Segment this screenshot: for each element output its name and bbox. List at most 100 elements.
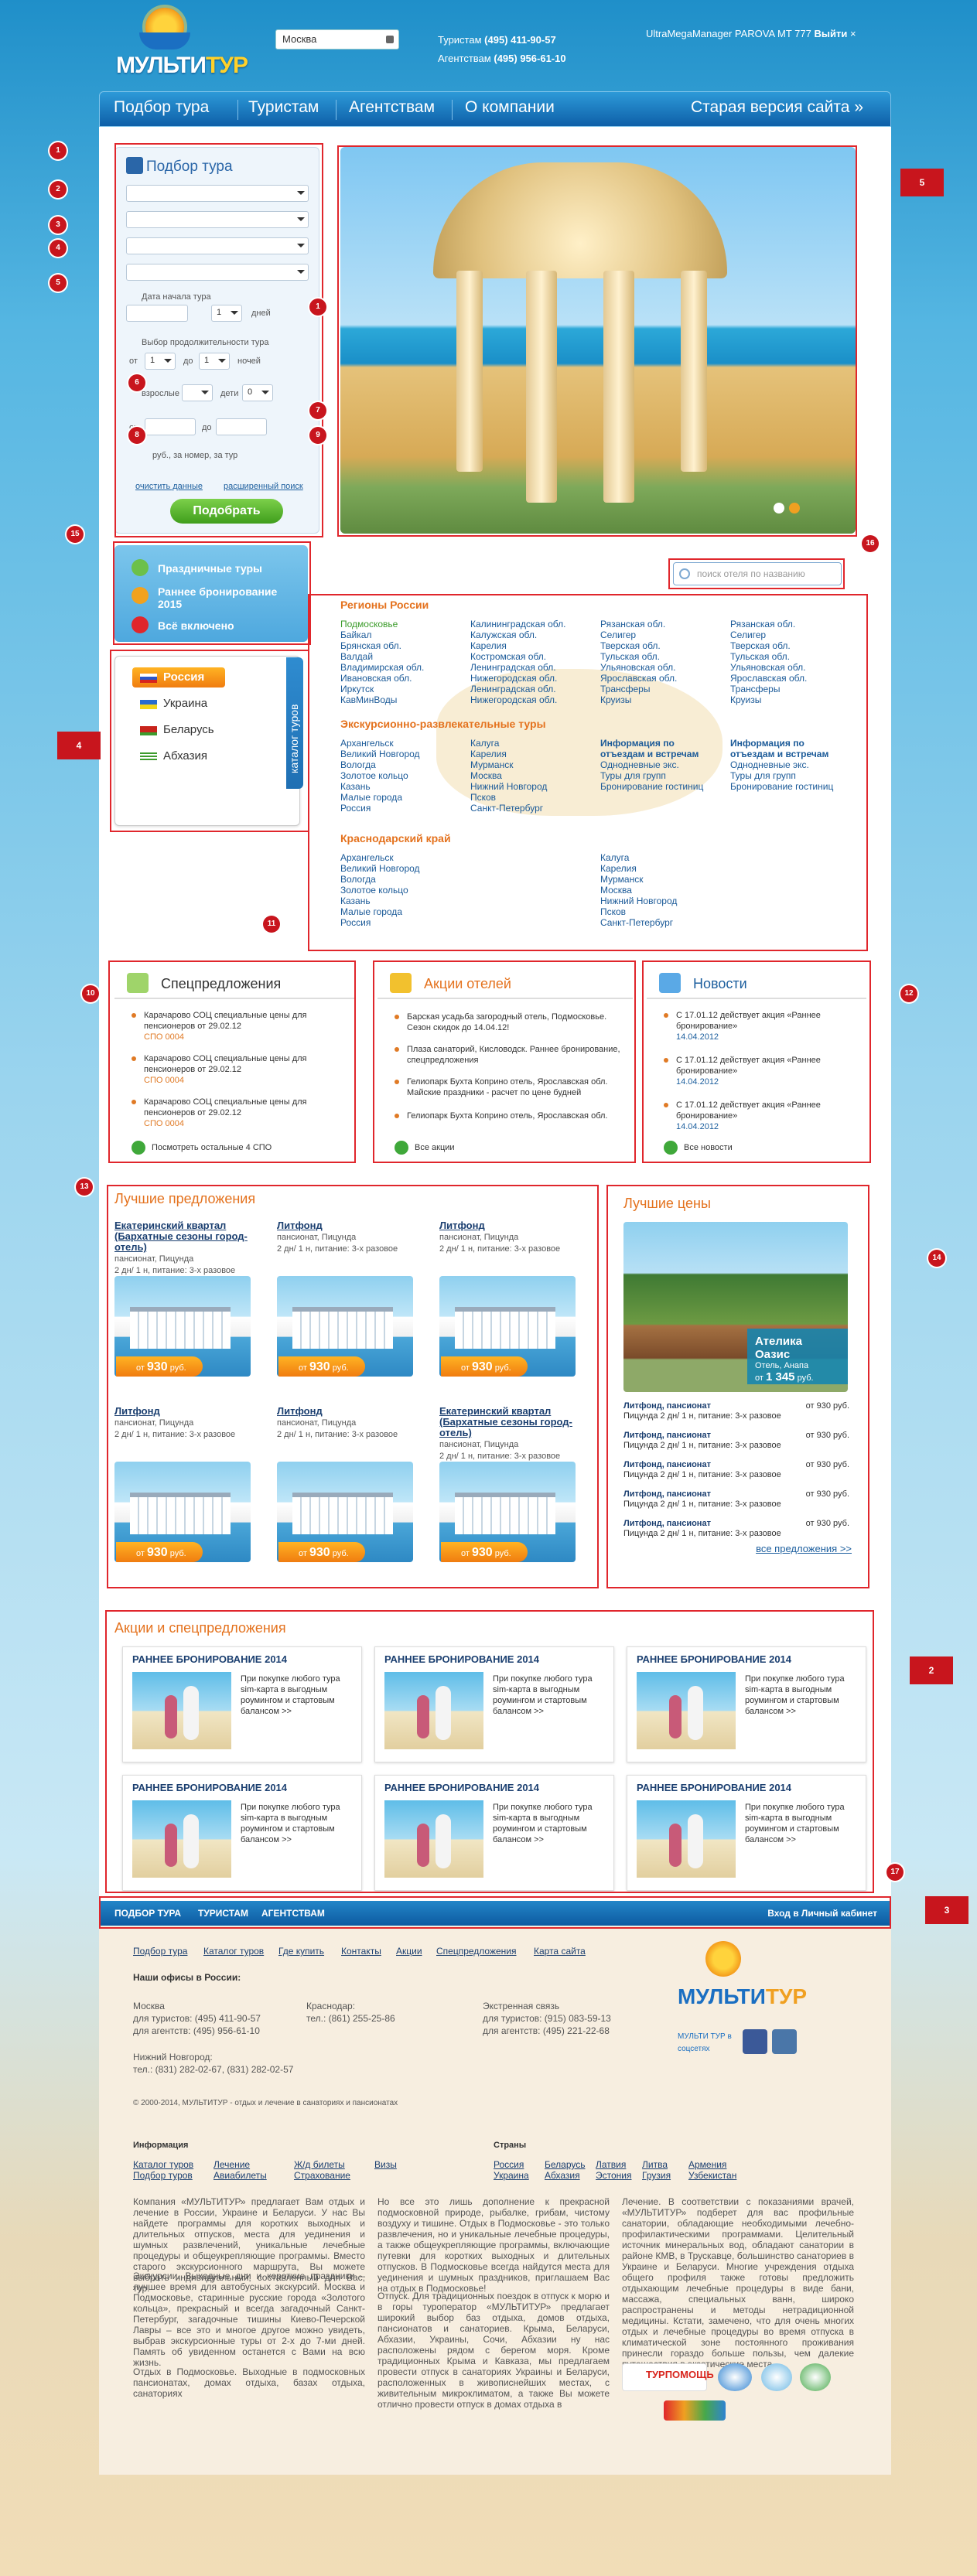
annotation-badge: 3 [50, 217, 67, 234]
annotation-tag: 4 [57, 732, 101, 759]
logo-text: МУЛЬТИТУР [678, 1984, 808, 2008]
logo[interactable]: МУЛЬТИТУР [116, 8, 248, 78]
annotation-box [108, 960, 356, 1163]
footer-link[interactable]: Где купить [278, 1946, 324, 1957]
partner-badge[interactable] [800, 2363, 831, 2391]
vk-icon[interactable] [772, 2029, 797, 2054]
annotation-box [105, 1610, 874, 1893]
countries-heading: Страны [494, 2141, 527, 2150]
header-phones: Туристам (495) 411-90-57 Агентствам (495… [438, 31, 566, 68]
footer-link[interactable]: Авиабилеты [214, 2170, 267, 2181]
nav-item[interactable]: Подбор тура [114, 98, 209, 117]
annotation-badge: 1 [50, 142, 67, 159]
office-emergency: Экстренная связь для туристов: (915) 083-… [483, 2001, 611, 2036]
footer-link[interactable]: Каталог туров [133, 2159, 193, 2170]
footer-link[interactable]: Литва [642, 2159, 668, 2170]
annotation-tag: 5 [900, 169, 944, 196]
social-label: МУЛЬТИ ТУР в соцсетях [678, 2032, 732, 2053]
annotation-badge: 12 [900, 985, 917, 1002]
annotation-badge: 13 [76, 1179, 93, 1196]
city-value: Москва [282, 33, 317, 45]
footer-link[interactable]: Армения [688, 2159, 726, 2170]
footer-link[interactable]: Россия [494, 2159, 524, 2170]
wave-logo-icon [139, 32, 190, 49]
main-nav: Подбор тура Туристам Агентствам О компан… [99, 91, 891, 127]
footer-link[interactable]: Украина [494, 2170, 529, 2181]
annotation-badge: 11 [263, 916, 280, 933]
phone-number: (495) 411-90-57 [484, 34, 556, 46]
annotation-box [113, 541, 311, 645]
annotation-box [308, 594, 868, 951]
footer-link[interactable]: Узбекистан [688, 2170, 736, 2181]
annotation-box [114, 143, 323, 537]
footer-link[interactable]: Подбор туров [133, 2170, 193, 2181]
seo-paragraph: Лечение. В соответствии с показаниями вр… [622, 2196, 854, 2370]
close-icon[interactable]: × [850, 28, 856, 39]
footer-link[interactable]: Карта сайта [534, 1946, 586, 1957]
office-nn: Нижний Новгород: тел.: (831) 282-02-67, (… [133, 2052, 294, 2075]
annotation-badge: 8 [128, 427, 145, 444]
footer-link[interactable]: Абхазия [545, 2170, 580, 2181]
offices-heading: Наши офисы в России: [133, 1972, 241, 1983]
chevron-down-icon [386, 36, 394, 43]
footer-link[interactable]: Спецпредложения [436, 1946, 517, 1957]
footer-link[interactable]: Акции [396, 1946, 422, 1957]
phone-number: (495) 956-61-10 [494, 53, 566, 64]
annotation-box [642, 960, 871, 1163]
annotation-badge: 4 [50, 240, 67, 257]
annotation-box [107, 1185, 599, 1588]
annotation-box [373, 960, 636, 1163]
annotation-box [668, 558, 845, 589]
annotation-badge: 16 [862, 535, 879, 552]
annotation-box [110, 650, 309, 832]
phone-label: Агентствам [438, 53, 491, 64]
nav-item[interactable]: Агентствам [349, 98, 435, 117]
annotation-box [606, 1185, 869, 1588]
partner-badge[interactable] [718, 2363, 752, 2391]
seo-paragraph: Но все это лишь дополнение к прекрасной … [377, 2196, 610, 2294]
footer-link[interactable]: Грузия [642, 2170, 671, 2181]
username: UltraMegaManager PAROVA MT 777 [646, 28, 811, 39]
footer: Подбор тура Каталог туров Где купить Кон… [99, 1926, 891, 2475]
phone-label: Туристам [438, 34, 482, 46]
footer-link[interactable]: Подбор тура [133, 1946, 187, 1957]
partner-badge[interactable] [761, 2363, 792, 2391]
office-krasnodar: Краснодар: тел.: (861) 255-25-86 [306, 2001, 395, 2024]
footer-link[interactable]: Беларусь [545, 2159, 585, 2170]
sun-logo-icon [705, 1941, 741, 1977]
annotation-box [99, 1896, 891, 1929]
annotation-badge: 1 [309, 299, 326, 316]
facebook-icon[interactable] [743, 2029, 767, 2054]
footer-link[interactable]: Лечение [214, 2159, 250, 2170]
user-bar: UltraMegaManager PAROVA MT 777 Выйти × [646, 28, 856, 39]
annotation-tag: 3 [925, 1896, 968, 1924]
logo-text: МУЛЬТИТУР [116, 53, 248, 78]
partner-badge[interactable] [664, 2400, 726, 2421]
office-moscow: Москва для туристов: (495) 411-90-57 для а… [133, 2001, 261, 2036]
annotation-badge: 17 [886, 1864, 904, 1881]
seo-paragraph: Отпуск. Для традиционных поездок в отпус… [377, 2291, 610, 2410]
copyright: © 2000-2014, МУЛЬТИТУР - отдых и лечение… [133, 2099, 398, 2107]
footer-link[interactable]: Каталог туров [203, 1946, 264, 1957]
annotation-badge: 15 [67, 526, 84, 543]
footer-link[interactable]: Латвия [596, 2159, 626, 2170]
annotation-badge: 14 [928, 1250, 945, 1267]
annotation-box [337, 145, 857, 537]
footer-link[interactable]: Визы [374, 2159, 397, 2170]
info-heading: Информация [133, 2141, 189, 2150]
seo-paragraph: Отдых в Подмосковье. Выходные в подмоско… [133, 2366, 365, 2399]
old-site-link[interactable]: Старая версия сайта » [691, 98, 863, 117]
annotation-badge: 7 [309, 402, 326, 419]
footer-link[interactable]: Контакты [341, 1946, 381, 1957]
annotation-badge: 6 [128, 374, 145, 391]
nav-item[interactable]: О компании [465, 98, 555, 117]
annotation-badge: 2 [50, 181, 67, 198]
nav-item[interactable]: Туристам [248, 98, 319, 117]
footer-link[interactable]: Ж/д билеты [294, 2159, 345, 2170]
annotation-badge: 5 [50, 275, 67, 292]
city-select[interactable]: Москва [275, 29, 399, 49]
logout-link[interactable]: Выйти [815, 28, 848, 39]
footer-link[interactable]: Страхование [294, 2170, 350, 2181]
partner-badge[interactable]: ТУРПОМОЩЬ [622, 2363, 714, 2391]
footer-link[interactable]: Эстония [596, 2170, 632, 2181]
